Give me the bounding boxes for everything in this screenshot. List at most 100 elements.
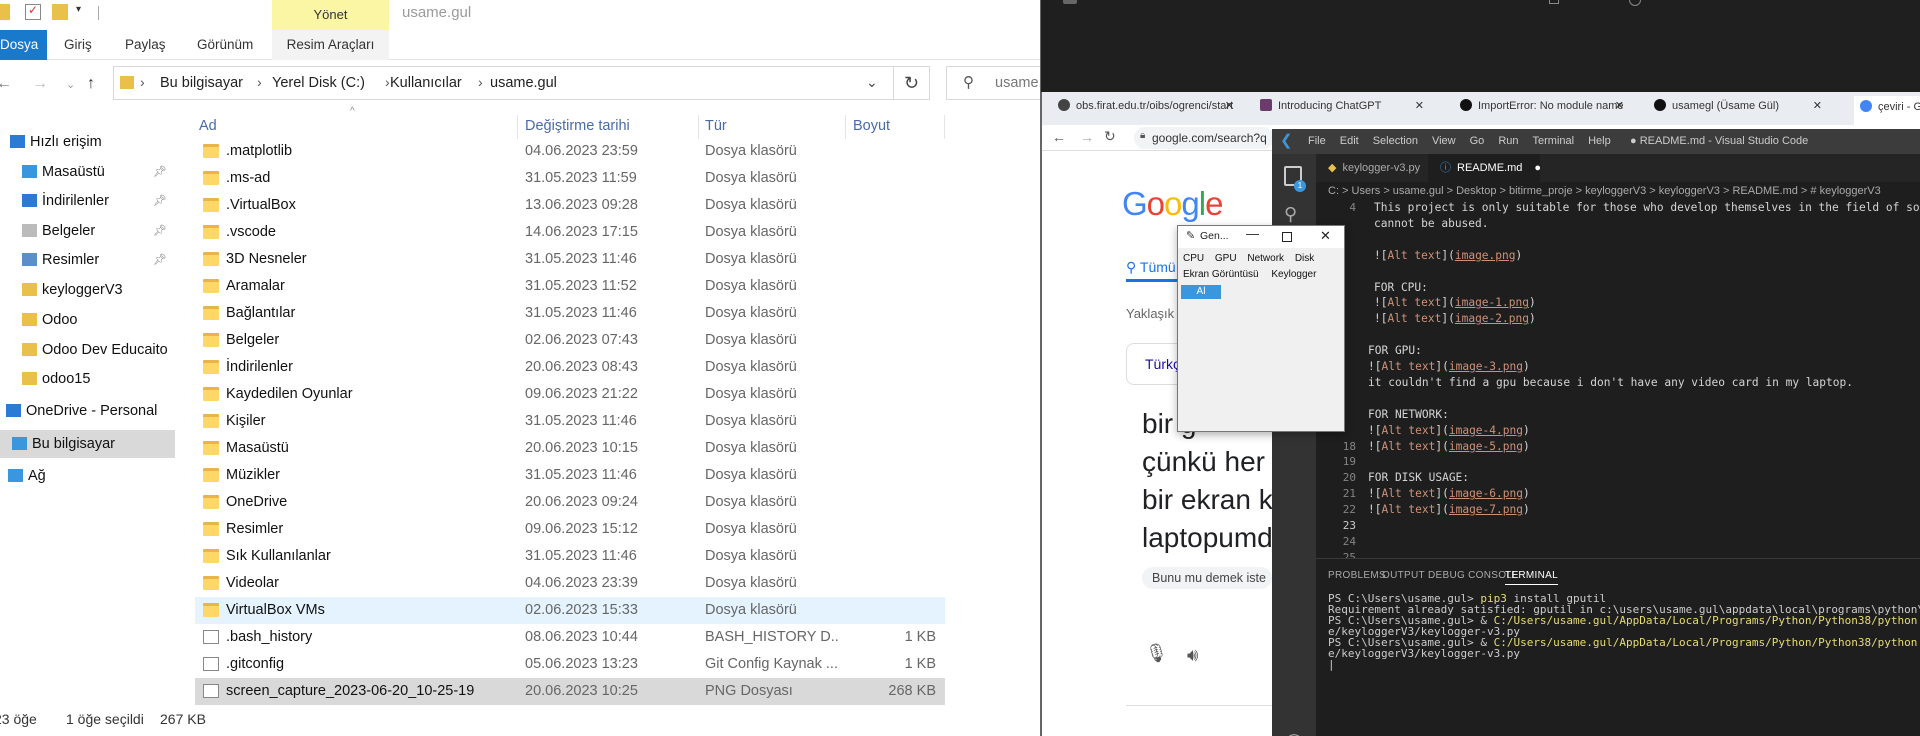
breadcrumb-this-pc[interactable]: Bu bilgisayar xyxy=(160,75,243,91)
column-date[interactable]: Değiştirme tarihi xyxy=(525,118,630,134)
tab-view[interactable]: Görünüm xyxy=(197,30,253,60)
nav-item[interactable]: Ağ xyxy=(0,462,175,490)
chevron-right-icon[interactable]: › xyxy=(140,74,145,90)
vscode-menu-item[interactable]: File xyxy=(1308,135,1326,147)
capture-button[interactable]: Al xyxy=(1181,285,1221,299)
maximize-icon[interactable] xyxy=(1282,232,1292,242)
breadcrumb-local-disk[interactable]: Yerel Disk (C:) xyxy=(272,75,365,91)
nav-item[interactable]: İndirilenler 📌︎ xyxy=(0,187,175,215)
nav-item[interactable]: Bu bilgisayar xyxy=(0,430,175,458)
table-row[interactable]: Belgeler 02.06.2023 07:43 Dosya klasörü xyxy=(195,327,945,354)
nav-item[interactable]: Resimler 📌︎ xyxy=(0,246,175,274)
speaker-icon[interactable]: 🔊︎ xyxy=(1187,645,1198,666)
browser-tab[interactable]: ImportError: No module named ✕ xyxy=(1460,99,1624,121)
url-bar[interactable]: 🔒︎ google.com/search?q xyxy=(1134,127,1274,149)
recent-locations-icon[interactable]: ⌄ xyxy=(66,78,75,91)
nav-item[interactable]: Odoo Dev Educaito xyxy=(0,336,175,364)
table-row[interactable]: .vscode 14.06.2023 17:15 Dosya klasörü xyxy=(195,219,945,246)
table-row[interactable]: İndirilenler 20.06.2023 08:43 Dosya klasör… xyxy=(195,354,945,381)
breadcrumb-usame-gul[interactable]: usame.gul xyxy=(490,75,557,91)
search-input[interactable]: ⚲ usame.gul xyxy=(946,66,1041,100)
menu-network[interactable]: Network xyxy=(1247,253,1284,264)
pin-icon[interactable]: 📌︎ xyxy=(153,158,167,186)
chevron-right-icon[interactable]: › xyxy=(385,74,390,90)
table-row[interactable]: Müzikler 31.05.2023 11:46 Dosya klasörü xyxy=(195,462,945,489)
vscode-menu-item[interactable]: View xyxy=(1432,135,1456,147)
close-icon[interactable]: ✕ xyxy=(1225,99,1234,112)
pin-icon[interactable]: 📌︎ xyxy=(153,217,167,245)
menu-gpu[interactable]: GPU xyxy=(1215,253,1237,264)
chevron-right-icon[interactable]: › xyxy=(478,74,483,90)
vscode-menu-item[interactable]: Help xyxy=(1588,135,1611,147)
pin-icon[interactable]: 📌︎ xyxy=(153,246,167,274)
breadcrumb-users[interactable]: Kullanıcılar xyxy=(390,75,462,91)
table-row[interactable]: Videolar 04.06.2023 23:39 Dosya klasörü xyxy=(195,570,945,597)
nav-item[interactable]: OneDrive - Personal xyxy=(0,397,175,425)
nav-item[interactable]: Hızlı erişim xyxy=(0,128,175,156)
vscode-menu-item[interactable]: Terminal xyxy=(1533,135,1575,147)
table-row[interactable]: VirtualBox VMs 02.06.2023 15:33 Dosya klas… xyxy=(195,597,945,624)
forward-arrow-icon[interactable]: → xyxy=(1080,129,1094,145)
tab-terminal[interactable]: TERMINAL xyxy=(1505,570,1558,585)
tab-home[interactable]: Giriş xyxy=(64,30,92,60)
table-row[interactable]: Masaüstü 20.06.2023 10:15 Dosya klasörü xyxy=(195,435,945,462)
account-icon[interactable]: ◯ xyxy=(1284,732,1304,736)
vscode-menu-item[interactable]: Edit xyxy=(1340,135,1359,147)
tab-picture-tools[interactable]: Resim Araçları xyxy=(272,30,389,60)
browser-tab-active[interactable]: çeviri - Go xyxy=(1854,96,1920,125)
column-type[interactable]: Tür xyxy=(705,118,727,134)
browser-tab[interactable]: Introducing ChatGPT ✕ xyxy=(1260,99,1424,121)
unsaved-dot-icon[interactable]: ● xyxy=(1534,162,1541,174)
forward-arrow-icon[interactable]: → xyxy=(32,75,48,93)
nav-item[interactable]: Masaüstü 📌︎ xyxy=(0,158,175,186)
editor-breadcrumb[interactable]: C: > Users > usame.gul > Desktop > bitir… xyxy=(1316,182,1920,200)
manage-context-tab-header[interactable]: Yönet xyxy=(272,0,389,30)
tab-share[interactable]: Paylaş xyxy=(125,30,166,60)
table-row[interactable]: .gitconfig 05.06.2023 13:23 Git Config Kay… xyxy=(195,651,945,678)
tab-readme-md[interactable]: ⓘ README.md ● xyxy=(1428,154,1541,182)
tab-keylogger-py[interactable]: ◆ keylogger-v3.py xyxy=(1316,154,1428,182)
table-row[interactable]: 3D Nesneler 31.05.2023 11:46 Dosya klasörü xyxy=(195,246,945,273)
address-bar[interactable]: › Bu bilgisayar › Yerel Disk (C:) › Kull… xyxy=(113,66,894,100)
close-icon[interactable]: ✕ xyxy=(1320,228,1331,244)
nav-item[interactable]: odoo15 xyxy=(0,365,175,393)
pin-icon[interactable]: 📌︎ xyxy=(153,187,167,215)
table-row[interactable]: screen_capture_2023-06-20_10-25-19 20.06.… xyxy=(195,678,945,705)
refresh-button[interactable]: ↻ xyxy=(893,66,930,100)
nav-item[interactable]: Odoo xyxy=(0,306,175,334)
table-row[interactable]: .ms-ad 31.05.2023 11:59 Dosya klasörü xyxy=(195,165,945,192)
menu-cpu[interactable]: CPU xyxy=(1183,253,1204,264)
table-row[interactable]: .VirtualBox 13.06.2023 09:28 Dosya klasörü xyxy=(195,192,945,219)
microphone-icon[interactable]: 🎙︎ xyxy=(1145,643,1168,664)
table-row[interactable]: Resimler 09.06.2023 15:12 Dosya klasörü xyxy=(195,516,945,543)
chevron-down-icon[interactable]: ⌄ xyxy=(866,74,878,91)
table-row[interactable]: Sık Kullanılanlar 31.05.2023 11:46 Dosya k… xyxy=(195,543,945,570)
tab-problems[interactable]: PROBLEMS xyxy=(1328,570,1386,581)
chevron-right-icon[interactable]: › xyxy=(257,74,262,90)
new-folder-icon[interactable] xyxy=(52,4,68,20)
table-row[interactable]: Aramalar 31.05.2023 11:52 Dosya klasörü xyxy=(195,273,945,300)
up-arrow-icon[interactable]: ↑ xyxy=(87,75,95,93)
code-editor[interactable]: 4 This project is only suitable for those… xyxy=(1316,200,1920,558)
search-icon[interactable]: ⚲ xyxy=(1284,204,1297,225)
tab-all[interactable]: ⚲ Tümü xyxy=(1126,259,1176,276)
customize-dropdown-icon[interactable]: ▾ xyxy=(76,4,92,20)
column-name[interactable]: Ad xyxy=(199,118,217,134)
vscode-menu-item[interactable]: Go xyxy=(1470,135,1485,147)
menu-screenshot[interactable]: Ekran Görüntüsü xyxy=(1183,269,1259,280)
browser-tab[interactable]: usamegl (Üsame Gül) ✕ xyxy=(1654,99,1822,121)
table-row[interactable]: OneDrive 20.06.2023 09:24 Dosya klasörü xyxy=(195,489,945,516)
column-size[interactable]: Boyut xyxy=(853,118,890,134)
tab-output[interactable]: OUTPUT xyxy=(1382,570,1425,581)
back-arrow-icon[interactable]: ← xyxy=(0,75,12,93)
close-icon[interactable]: ✕ xyxy=(1415,99,1424,112)
menu-disk[interactable]: Disk xyxy=(1295,253,1314,264)
nav-item[interactable]: keyloggerV3 xyxy=(0,276,175,304)
table-row[interactable]: Bağlantılar 31.05.2023 11:46 Dosya klasörü xyxy=(195,300,945,327)
close-icon[interactable]: ✕ xyxy=(1813,99,1822,112)
back-arrow-icon[interactable]: ← xyxy=(1052,129,1066,145)
vscode-menu-item[interactable]: Run xyxy=(1498,135,1518,147)
minimize-icon[interactable]: — xyxy=(1246,226,1259,241)
reload-icon[interactable]: ↻ xyxy=(1104,128,1116,145)
table-row[interactable]: .matplotlib 04.06.2023 23:59 Dosya klasörü xyxy=(195,138,945,165)
